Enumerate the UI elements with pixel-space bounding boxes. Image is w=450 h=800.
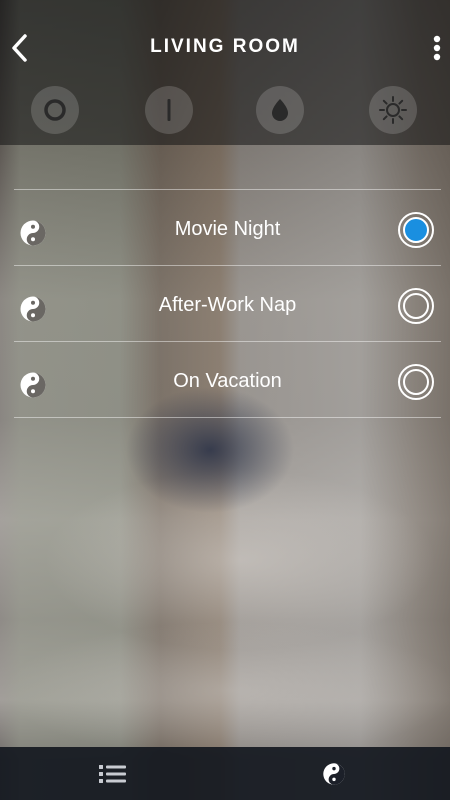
- scene-label: After-Work Nap: [158, 294, 297, 316]
- radio-dot: [403, 293, 429, 319]
- scene-row-on-vacation[interactable]: On Vacation: [14, 342, 441, 418]
- header: LIVING ROOM: [0, 0, 450, 145]
- circle-mode-icon: [44, 99, 66, 121]
- scene-radio[interactable]: [398, 288, 434, 324]
- page-title: LIVING ROOM: [150, 36, 300, 57]
- mode-on-button[interactable]: [145, 86, 193, 134]
- line-mode-icon: [167, 99, 171, 121]
- yin-yang-icon: [322, 762, 345, 785]
- bottom-tab-bar: [0, 747, 450, 800]
- scene-radio[interactable]: [398, 364, 434, 400]
- scene-list: Movie Night After-Work Nap On Vacation: [14, 189, 441, 418]
- list-icon: [98, 764, 126, 783]
- scene-row-after-work-nap[interactable]: After-Work Nap: [14, 266, 441, 342]
- drop-mode-icon: [272, 99, 288, 121]
- sun-mode-icon: [379, 96, 407, 124]
- mode-sun-button[interactable]: [369, 86, 417, 134]
- mode-off-button[interactable]: [31, 86, 79, 134]
- scene-label: Movie Night: [174, 218, 281, 240]
- mode-drop-button[interactable]: [256, 86, 304, 134]
- mode-selector: [0, 86, 450, 136]
- radio-dot: [403, 369, 429, 395]
- radio-dot: [403, 217, 429, 243]
- more-button[interactable]: [430, 34, 444, 62]
- scene-radio-selected[interactable]: [398, 212, 434, 248]
- more-vertical-icon: [433, 35, 441, 61]
- scene-row-movie-night[interactable]: Movie Night: [14, 190, 441, 266]
- scene-label: On Vacation: [173, 370, 282, 392]
- tab-list[interactable]: [0, 747, 225, 800]
- tab-scenes[interactable]: [221, 747, 446, 800]
